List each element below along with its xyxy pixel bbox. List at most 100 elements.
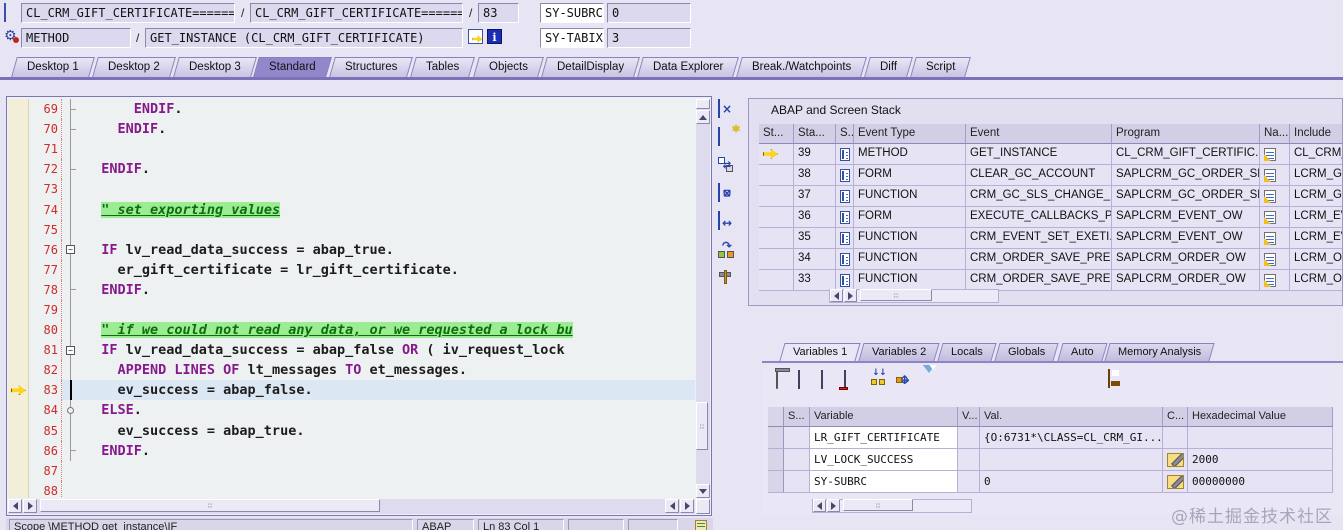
insert-values-icon[interactable]: ↓ ↓ — [871, 368, 888, 388]
tab-break-watchpoints[interactable]: Break./Watchpoints — [736, 57, 868, 77]
stack-col-header[interactable]: St... — [759, 124, 794, 144]
tab-diff[interactable]: Diff — [864, 57, 914, 77]
stack-row[interactable]: 33 FUNCTION CRM_ORDER_SAVE_PRE... SAPLCRM_O… — [759, 270, 1342, 291]
fold-column[interactable] — [62, 440, 80, 461]
code-text[interactable]: IF lv_read_data_success = abap_true. — [80, 240, 695, 260]
line-number-field[interactable]: 83 — [478, 3, 519, 23]
stack-hscroll-thumb[interactable]: ∷ — [860, 289, 932, 301]
fold-column[interactable] — [62, 380, 80, 401]
var-row-selector[interactable] — [768, 427, 784, 449]
fold-column[interactable]: − — [62, 239, 80, 260]
var-col-header[interactable]: S... — [784, 407, 810, 427]
breakpoint-margin[interactable] — [8, 400, 29, 421]
edit-pencil-icon[interactable] — [1167, 474, 1184, 489]
stack-row[interactable]: 34 FUNCTION CRM_ORDER_SAVE_PRE... SAPLCRM_O… — [759, 249, 1342, 270]
breakpoint-margin[interactable] — [8, 159, 29, 180]
var-row-selector[interactable] — [768, 449, 784, 471]
save-icon[interactable] — [1108, 369, 1125, 388]
scroll-right-button-2[interactable] — [680, 499, 694, 513]
code-text[interactable]: " if we could not read any data, or we r… — [80, 320, 695, 340]
hscroll-thumb[interactable]: ∷ — [40, 499, 380, 512]
stack-col-header[interactable]: Event — [966, 124, 1112, 144]
breakpoint-margin[interactable] — [8, 440, 29, 461]
variables-hscroll-thumb[interactable]: ∷ — [843, 499, 913, 511]
fold-column[interactable] — [62, 259, 80, 280]
code-text[interactable] — [80, 139, 695, 159]
stack-col-header[interactable]: Na... — [1260, 124, 1290, 144]
breakpoint-margin[interactable] — [8, 99, 29, 120]
fit-width-icon[interactable]: ↔ — [718, 211, 736, 230]
var-col-header[interactable]: C... — [1163, 407, 1188, 427]
vartab-memory-analysis[interactable]: Memory Analysis — [1104, 343, 1215, 361]
sy-subrc-value-field[interactable]: 0 — [607, 3, 691, 23]
fold-column[interactable] — [62, 279, 80, 300]
navigate-to-source-icon[interactable] — [1264, 231, 1276, 245]
fold-column[interactable] — [62, 159, 80, 180]
fold-column[interactable] — [62, 179, 80, 200]
fold-column[interactable] — [62, 199, 80, 220]
event-field[interactable]: GET_INSTANCE (CL_CRM_GIFT_CERTIFICATE) — [145, 28, 463, 48]
code-text[interactable]: ENDIF. — [80, 119, 695, 139]
breakpoint-margin[interactable] — [8, 199, 29, 220]
change-table-icon[interactable] — [798, 370, 815, 389]
tools-icon[interactable] — [718, 268, 736, 286]
tab-structures[interactable]: Structures — [329, 57, 414, 77]
code-text[interactable]: IF lv_read_data_success = abap_false OR … — [80, 340, 695, 360]
navigate-to-source-icon[interactable] — [1264, 273, 1276, 287]
variable-row[interactable]: LR_GIFT_CERTIFICATE {O:6731*\CLASS=CL_CRM… — [768, 427, 1340, 449]
tab-tables[interactable]: Tables — [410, 57, 476, 77]
navigate-to-source-icon[interactable] — [1264, 189, 1276, 203]
fold-column[interactable] — [62, 481, 80, 498]
fold-column[interactable] — [62, 99, 80, 120]
fold-column[interactable] — [62, 420, 80, 441]
fold-column[interactable] — [62, 219, 80, 240]
code-text[interactable] — [80, 220, 695, 240]
scroll-up-button[interactable] — [696, 110, 710, 124]
var-col-header[interactable]: Hexadecimal Value — [1188, 407, 1333, 427]
new-session-icon[interactable]: * — [718, 122, 740, 146]
tab-desktop-3[interactable]: Desktop 3 — [172, 57, 257, 77]
goto-current-statement-icon[interactable] — [468, 29, 483, 44]
code-text[interactable]: ENDIF. — [80, 99, 695, 119]
sy-tabix-value-field[interactable]: 3 — [607, 28, 691, 48]
stack-row[interactable]: 37 FUNCTION CRM_GC_SLS_CHANGE_... SAPLCRM_G… — [759, 186, 1342, 207]
code-text[interactable]: ENDIF. — [80, 280, 695, 300]
breakpoint-margin[interactable] — [8, 239, 29, 260]
tab-desktop-2[interactable]: Desktop 2 — [91, 57, 176, 77]
exchange-icon[interactable]: ↷ — [718, 239, 736, 258]
code-text[interactable] — [80, 179, 695, 199]
navigate-to-source-icon[interactable] — [1264, 210, 1276, 224]
scroll-down-button[interactable] — [696, 484, 710, 498]
navigate-to-source-icon[interactable] — [1264, 168, 1276, 182]
breakpoint-margin[interactable] — [8, 259, 29, 280]
tab-data-explorer[interactable]: Data Explorer — [636, 57, 739, 77]
breakpoint-margin[interactable] — [8, 119, 29, 140]
breakpoint-margin[interactable] — [8, 340, 29, 361]
maximize-icon[interactable]: ↔ ↔ — [718, 183, 736, 202]
fold-collapse-icon[interactable]: − — [66, 345, 75, 355]
variable-row[interactable]: LV_LOCK_SUCCESS 2000 — [768, 449, 1340, 471]
code-text[interactable] — [80, 461, 695, 481]
code-text[interactable] — [80, 481, 695, 498]
edit-pencil-icon[interactable] — [1167, 452, 1184, 467]
breakpoint-margin[interactable] — [8, 299, 29, 321]
code-text[interactable]: ev_success = abap_true. — [80, 421, 695, 441]
code-text[interactable]: ENDIF. — [80, 441, 695, 461]
stack-scroll-left-button[interactable] — [830, 289, 843, 302]
fold-column[interactable] — [62, 400, 80, 421]
breakpoint-margin[interactable] — [8, 460, 29, 481]
scroll-right-button[interactable] — [23, 499, 37, 513]
stack-col-header[interactable]: Sta... — [794, 124, 836, 144]
stack-hscrollbar[interactable]: ∷ — [829, 289, 999, 303]
fold-column[interactable] — [62, 299, 80, 321]
breakpoint-margin[interactable] — [8, 219, 29, 240]
breakpoint-margin[interactable] — [8, 320, 29, 341]
main-program-field[interactable]: CL_CRM_GIFT_CERTIFICATE======... — [21, 3, 235, 23]
event-type-field[interactable]: METHOD — [21, 28, 131, 48]
var-col-header[interactable]: V... — [958, 407, 980, 427]
var-col-header[interactable]: Variable — [810, 407, 958, 427]
vartab-variables-2[interactable]: Variables 2 — [858, 343, 941, 361]
stack-row[interactable]: 36 FORM EXECUTE_CALLBACKS_P... SAPLCRM_EVEN… — [759, 207, 1342, 228]
stack-scroll-right-button[interactable] — [844, 289, 857, 302]
navigate-to-source-icon[interactable] — [1264, 147, 1276, 161]
